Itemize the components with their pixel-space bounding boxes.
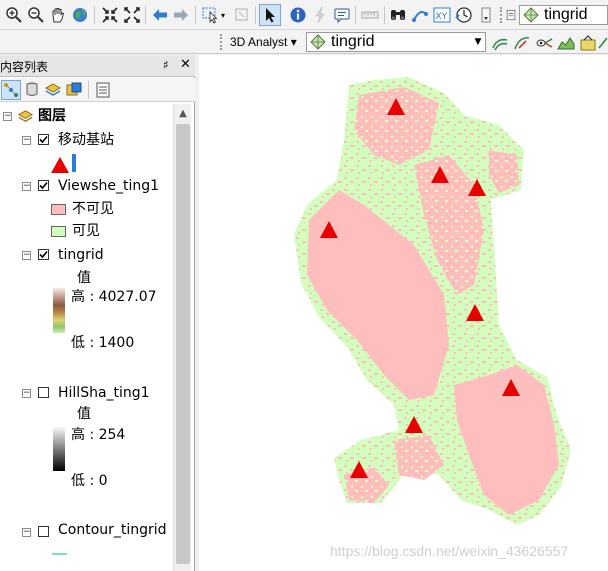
station-triangle-symbol-icon (51, 157, 69, 173)
contour-line-symbol (52, 553, 67, 555)
zoom-in-icon[interactable] (4, 5, 24, 25)
3d-analyst-layer-combo[interactable]: tingrid ▼ (306, 32, 486, 52)
list-by-source-icon[interactable] (22, 80, 42, 100)
class-label-visible: 可见 (72, 223, 100, 239)
class-label-not-visible: 不可见 (72, 201, 114, 217)
tin-layer-icon (310, 34, 326, 50)
clear-selection-icon[interactable] (232, 5, 252, 25)
pan-hand-icon[interactable] (48, 5, 68, 25)
toolbar-grip[interactable] (220, 34, 224, 50)
active-layer-combo[interactable]: tingrid (519, 5, 608, 25)
hillshade-gray-ramp (53, 426, 65, 471)
legend-field-label: 值 (77, 270, 91, 286)
scroll-up-arrow-icon[interactable]: ▲ (174, 104, 192, 122)
toolbar-separator (384, 6, 385, 24)
fixed-zoom-out-icon[interactable] (122, 5, 142, 25)
tools-toolbar-dropdown-icon[interactable] (476, 5, 496, 25)
3d-analyst-menu[interactable]: 3D Analyst ▾ (230, 35, 297, 49)
toc-title-bar: 内容列表 ♯ ✕ (0, 55, 195, 77)
select-elements-arrow-icon[interactable] (259, 4, 281, 26)
hyperlink-bolt-icon[interactable] (310, 5, 330, 25)
contour-tool-icon[interactable] (490, 33, 510, 53)
layer-visibility-checkbox[interactable] (38, 526, 49, 537)
legend-high-value: 高 : 254 (71, 427, 126, 443)
toc-vertical-scrollbar[interactable]: ▲ (173, 104, 191, 571)
list-by-drawing-order-icon[interactable] (1, 80, 21, 100)
identify-info-icon[interactable] (288, 5, 308, 25)
zoom-out-icon[interactable] (26, 5, 46, 25)
layers-stack-icon (17, 110, 34, 122)
chevron-down-icon[interactable]: ▼ (471, 33, 485, 51)
list-by-selection-icon[interactable] (64, 80, 84, 100)
collapse-layer-toggle[interactable]: − (22, 136, 31, 145)
full-extent-globe-icon[interactable] (70, 5, 90, 25)
toolbar-separator (355, 6, 356, 24)
legend-high-value: 高 : 4027.07 (71, 289, 157, 305)
toc-title: 内容列表 (0, 60, 49, 74)
tin-layer-icon (523, 7, 539, 23)
select-dropdown-chevron-icon[interactable]: ▾ (218, 5, 228, 25)
toolbar-separator (195, 6, 196, 24)
line-of-sight-icon[interactable] (534, 33, 554, 53)
measure-ruler-icon[interactable] (360, 5, 380, 25)
toc-toolbar (0, 78, 195, 102)
scrollbar-thumb[interactable] (176, 124, 190, 564)
layer-name-viewshed[interactable]: Viewshe_ting1 (58, 178, 159, 194)
layer-visibility-checkbox[interactable] (38, 134, 49, 145)
steepest-path-icon[interactable] (512, 33, 532, 53)
collapse-layers-toggle[interactable]: − (3, 112, 12, 121)
toc-options-icon[interactable] (93, 80, 113, 100)
layer-drawing-icon[interactable] (504, 5, 518, 25)
profile-graph-icon[interactable] (556, 33, 576, 53)
legend-low-value: 低 : 1400 (71, 335, 135, 351)
go-to-xy-icon[interactable]: XY (432, 5, 452, 25)
interpolate-line-icon[interactable] (598, 33, 608, 53)
legend-field-label: 值 (77, 406, 91, 422)
collapse-layer-toggle[interactable]: − (22, 182, 31, 191)
go-forward-arrow-icon[interactable] (171, 5, 191, 25)
blog-watermark: https://blog.csdn.net/weixin_43626557 (330, 543, 569, 559)
collapse-layer-toggle[interactable]: − (22, 251, 31, 260)
layer-name-contour[interactable]: Contour_tingrid (58, 522, 172, 538)
toolbar-separator (94, 6, 95, 24)
pin-icon[interactable]: ♯ (163, 58, 169, 72)
list-by-visibility-icon[interactable] (43, 80, 63, 100)
active-layer-value: tingrid (544, 6, 588, 23)
time-slider-clock-icon[interactable] (454, 5, 474, 25)
toolbar-separator (255, 6, 256, 24)
layer-name-mobile-stations[interactable]: 移动基站 (58, 132, 114, 148)
layer-name-tingrid[interactable]: tingrid (58, 247, 104, 263)
expand-layer-toggle[interactable]: − (22, 528, 31, 537)
layer-visibility-checkbox[interactable] (38, 387, 49, 398)
class-swatch-visible (51, 226, 66, 237)
viewshed-map (294, 77, 571, 525)
close-icon[interactable]: ✕ (180, 57, 191, 72)
svg-text:XY: XY (436, 12, 448, 22)
expand-layer-toggle[interactable]: − (22, 389, 31, 398)
find-route-icon[interactable] (410, 5, 430, 25)
go-back-arrow-icon[interactable] (150, 5, 170, 25)
layer-visibility-checkbox[interactable] (38, 180, 49, 191)
elevation-color-ramp (53, 288, 65, 333)
table-of-contents-panel: 内容列表 ♯ ✕ − 图层 − 移动基站 − Viewshe_ting1 不可见… (0, 55, 195, 571)
layers-root-label: 图层 (38, 108, 66, 124)
html-popup-icon[interactable] (332, 5, 352, 25)
standard-toolbar: ▾ XY tingrid (0, 0, 608, 30)
fixed-zoom-in-icon[interactable] (100, 5, 120, 25)
class-swatch-not-visible (51, 204, 66, 215)
find-binoculars-icon[interactable] (388, 5, 408, 25)
toolbar-separator (145, 6, 146, 24)
toolbar-separator (88, 81, 89, 99)
map-view[interactable] (199, 55, 608, 571)
select-features-icon[interactable] (200, 5, 220, 25)
interpolate-point-icon[interactable] (578, 33, 598, 53)
3d-analyst-layer-value: tingrid (331, 33, 375, 50)
layer-name-hillshade[interactable]: HillSha_ting1 (58, 385, 150, 401)
legend-low-value: 低 : 0 (71, 473, 108, 489)
layer-visibility-checkbox[interactable] (38, 249, 49, 260)
label-cursor-marker (72, 154, 76, 172)
